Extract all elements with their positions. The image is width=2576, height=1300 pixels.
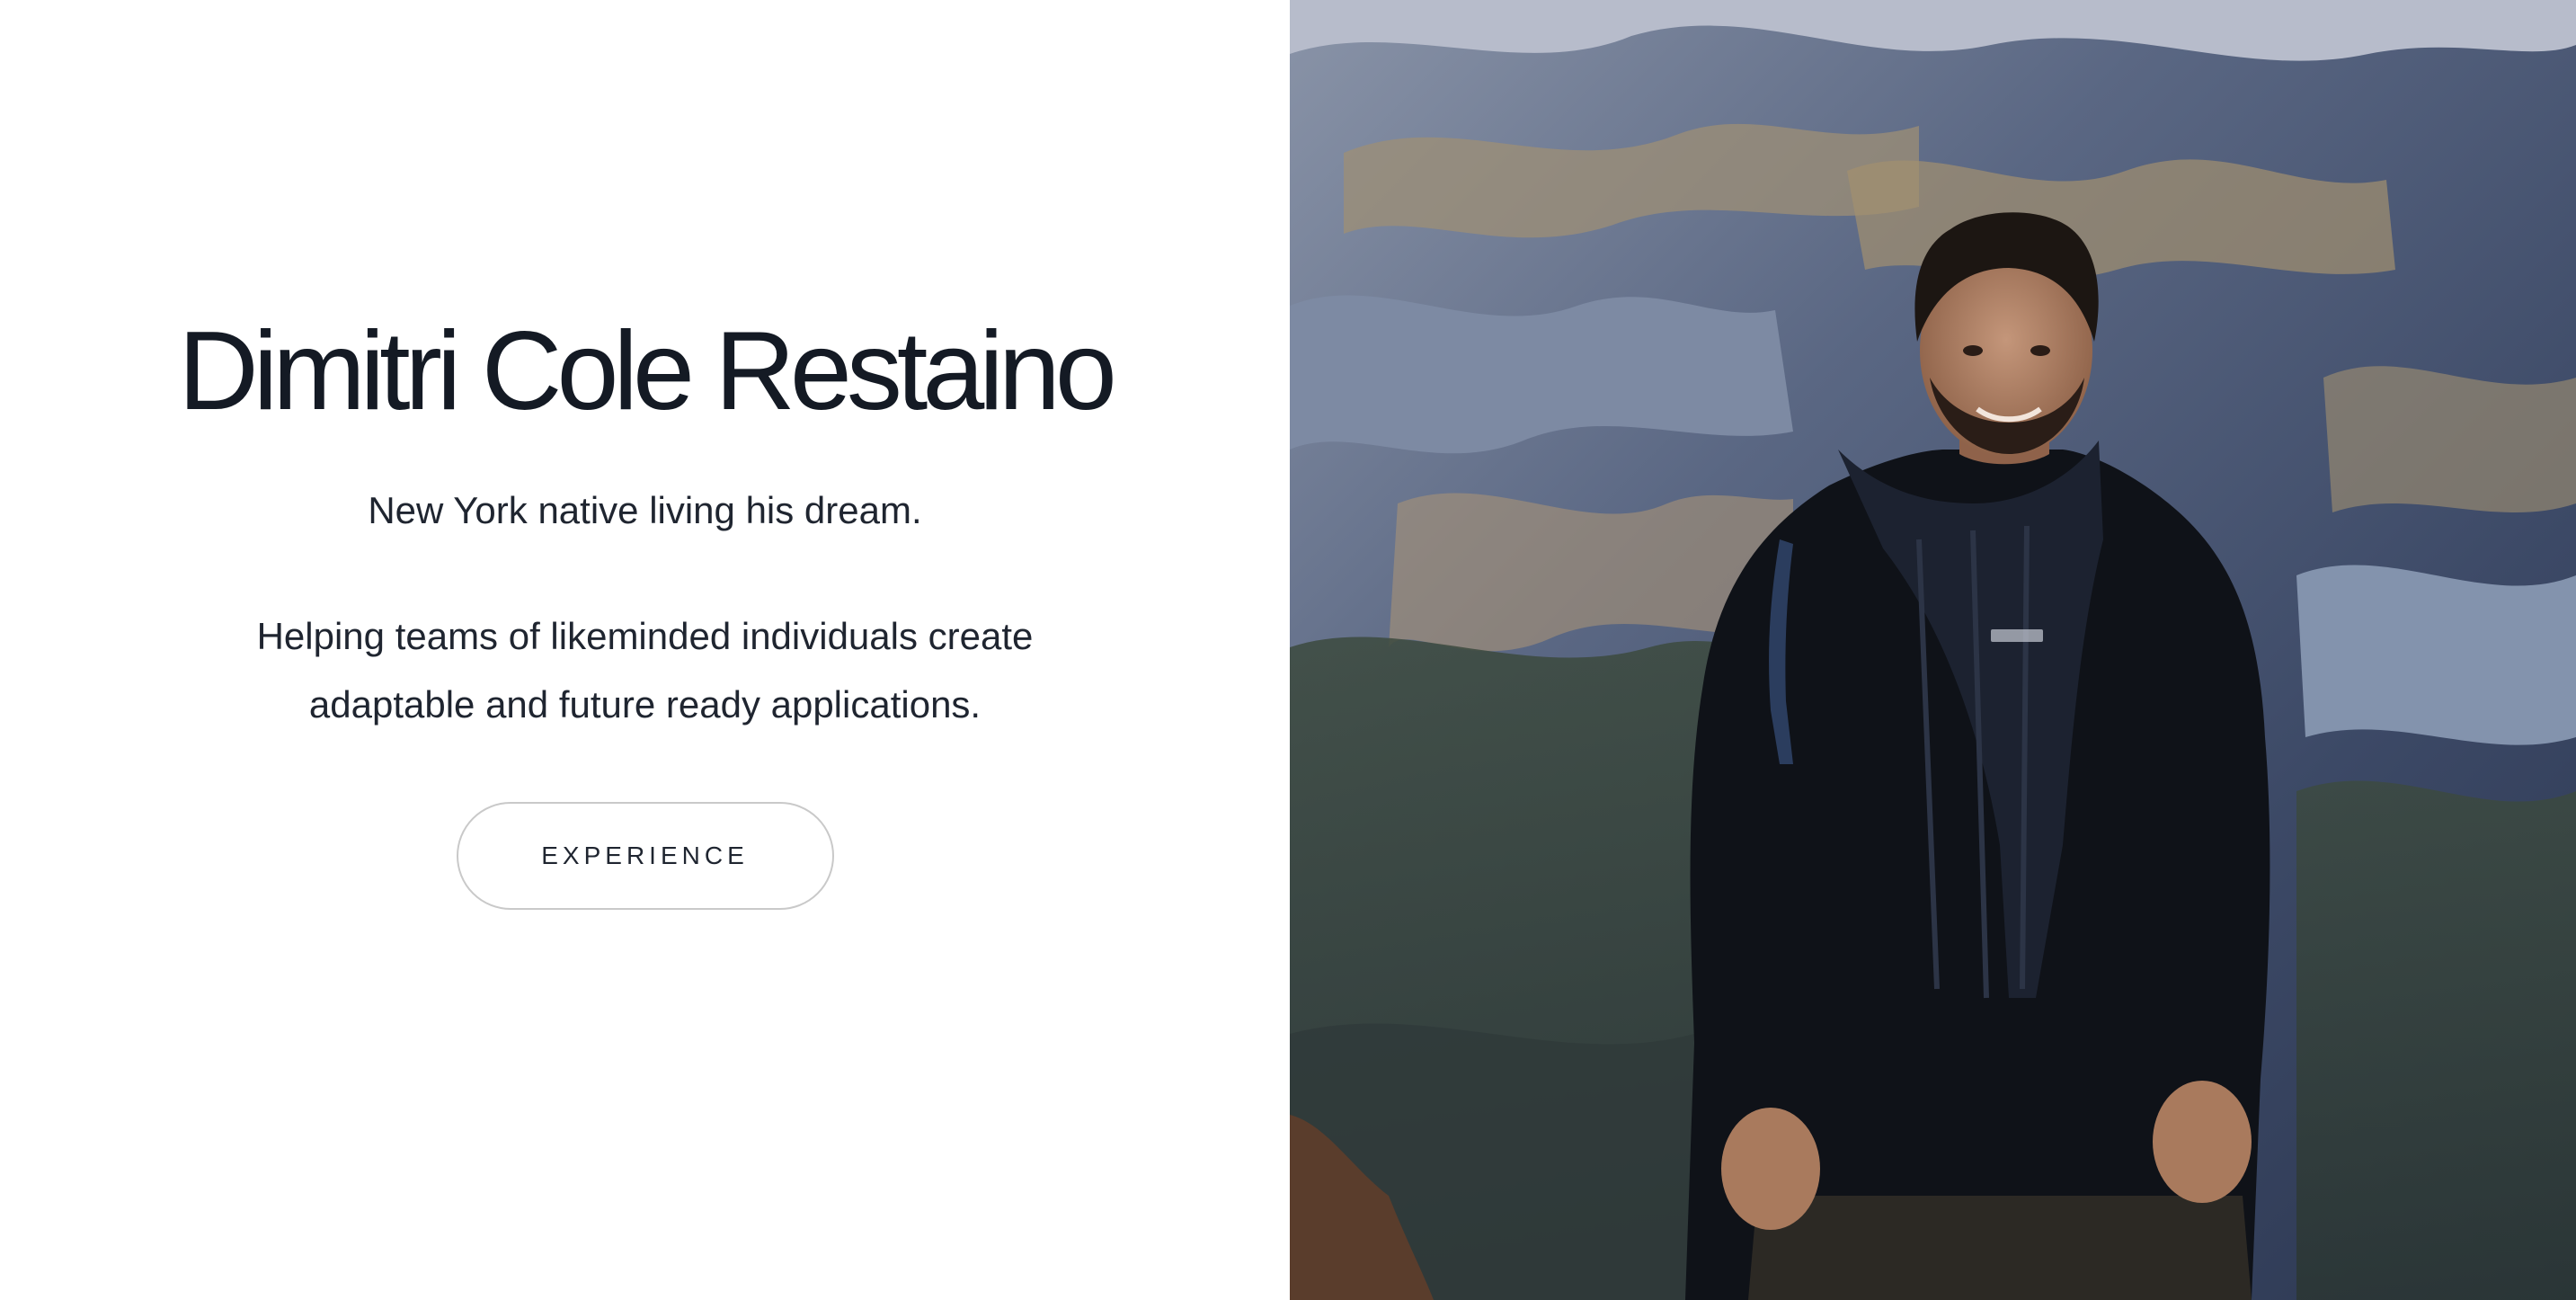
hero-mission: Helping teams of likeminded individuals … [256,615,1034,726]
portrait-panel [1290,0,2576,1300]
experience-button[interactable]: EXPERIENCE [456,802,834,911]
page: Dimitri Cole Restaino New York native li… [0,0,2576,1300]
portrait-photo [1290,0,2576,1300]
page-title: Dimitri Cole Restaino [178,309,1117,433]
hero-tagline: New York native living his dream. [368,489,922,532]
hero-panel: Dimitri Cole Restaino New York native li… [0,0,1290,1300]
